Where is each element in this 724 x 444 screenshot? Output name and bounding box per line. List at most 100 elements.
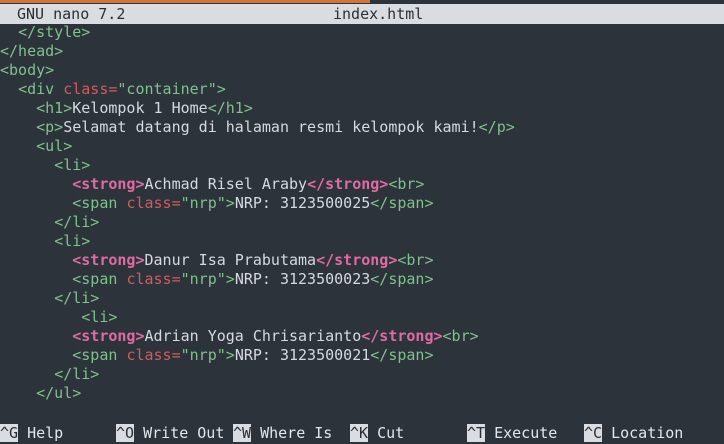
- code-token: Danur Isa Prabutama: [144, 251, 317, 269]
- code-token: Selamat datang di halaman resmi kelompok…: [63, 118, 479, 136]
- code-line[interactable]: <li>: [0, 232, 724, 251]
- code-token: <strong>: [72, 251, 145, 269]
- code-token: NRP: 3123500025: [234, 194, 371, 212]
- shortcut-key: ^C: [584, 424, 603, 442]
- code-token: <span: [72, 270, 127, 288]
- app-version-label: GNU nano 7.2: [17, 5, 126, 23]
- code-line[interactable]: <p>Selamat datang di halaman resmi kelom…: [0, 118, 724, 137]
- code-token: </li>: [54, 213, 100, 231]
- code-line[interactable]: </li>: [0, 289, 724, 308]
- code-token: </head>: [0, 42, 64, 60]
- shortcut-label: Location: [602, 424, 684, 442]
- code-line[interactable]: <strong>Adrian Yoga Chrisarianto</strong…: [0, 327, 724, 346]
- shortcut-label: Execute: [485, 424, 558, 442]
- code-line[interactable]: </li>: [0, 365, 724, 384]
- code-token: <h1>: [36, 99, 73, 117]
- code-token: "container": [117, 80, 217, 98]
- window-accent-strip: [0, 0, 370, 3]
- code-token: <ul>: [36, 137, 73, 155]
- code-token: <span: [72, 346, 127, 364]
- code-line[interactable]: <span class="nrp">NRP: 3123500021</span>: [0, 346, 724, 365]
- code-token: <p>: [36, 118, 64, 136]
- code-line[interactable]: <strong>Achmad Risel Araby</strong><br>: [0, 175, 724, 194]
- code-line[interactable]: </li>: [0, 213, 724, 232]
- shortcut-location[interactable]: ^C Location: [584, 423, 683, 443]
- code-line[interactable]: <span class="nrp">NRP: 3123500023</span>: [0, 270, 724, 289]
- code-token: <br>: [442, 327, 479, 345]
- code-line[interactable]: <div class="container">: [0, 80, 724, 99]
- code-line[interactable]: <li>: [0, 308, 724, 327]
- code-line[interactable]: <strong>Danur Isa Prabutama</strong><br>: [0, 251, 724, 270]
- code-token: <strong>: [72, 327, 145, 345]
- code-token: >: [216, 80, 226, 98]
- code-token: </span>: [370, 346, 434, 364]
- code-line[interactable]: </ul>: [0, 384, 724, 403]
- shortcut-help[interactable]: ^G Help: [0, 423, 63, 443]
- code-token: >: [225, 270, 235, 288]
- code-token: >: [225, 194, 235, 212]
- code-token: <div: [18, 80, 64, 98]
- code-token: </p>: [478, 118, 515, 136]
- code-token: class=: [63, 80, 118, 98]
- shortcut-write-out[interactable]: ^O Write Out: [116, 423, 224, 443]
- code-token: >: [225, 346, 235, 364]
- code-line[interactable]: <span class="nrp">NRP: 3123500025</span>: [0, 194, 724, 213]
- code-token: </li>: [54, 289, 100, 307]
- file-name-label: index.html: [333, 5, 424, 23]
- code-token: <body>: [0, 61, 55, 79]
- code-token: <li>: [54, 232, 91, 250]
- code-line[interactable]: </style>: [0, 23, 724, 42]
- code-token: "nrp": [180, 194, 226, 212]
- code-token: Kelompok 1 Home: [72, 99, 208, 117]
- code-token: NRP: 3123500021: [234, 346, 371, 364]
- shortcut-key: ^W: [233, 424, 252, 442]
- code-line[interactable]: </head>: [0, 42, 724, 61]
- shortcut-key: ^K: [350, 424, 369, 442]
- code-token: "nrp": [180, 346, 226, 364]
- code-line[interactable]: <ul>: [0, 137, 724, 156]
- shortcut-cut[interactable]: ^K Cut: [350, 423, 404, 443]
- shortcut-where-is[interactable]: ^W Where Is: [233, 423, 332, 443]
- code-line[interactable]: <li>: [0, 156, 724, 175]
- code-token: <br>: [397, 251, 434, 269]
- code-token: </strong>: [361, 327, 443, 345]
- code-token: </span>: [370, 194, 434, 212]
- code-token: </ul>: [36, 384, 82, 402]
- shortcut-execute[interactable]: ^T Execute: [467, 423, 557, 443]
- shortcut-label: Where Is: [251, 424, 333, 442]
- code-token: <li>: [81, 308, 118, 326]
- code-token: class=: [126, 194, 181, 212]
- shortcut-label: Help: [18, 424, 64, 442]
- editor-text-area[interactable]: </style> </head> <body> <div class="contai…: [0, 23, 724, 403]
- code-token: Achmad Risel Araby: [144, 175, 308, 193]
- code-token: <span: [72, 194, 127, 212]
- code-line[interactable]: <h1>Kelompok 1 Home</h1>: [0, 99, 724, 118]
- code-line[interactable]: <body>: [0, 61, 724, 80]
- code-token: </h1>: [207, 99, 253, 117]
- code-token: class=: [126, 270, 181, 288]
- code-token: NRP: 3123500023: [234, 270, 371, 288]
- code-token: </span>: [370, 270, 434, 288]
- code-token: </strong>: [316, 251, 398, 269]
- shortcut-bar: ^G Help ^O Write Out ^W Where Is ^K Cut ^T E…: [0, 423, 724, 443]
- code-token: </li>: [54, 365, 100, 383]
- nano-title-bar: GNU nano 7.2 index.html: [0, 4, 724, 24]
- code-token: </strong>: [307, 175, 389, 193]
- code-token: <li>: [54, 156, 91, 174]
- code-token: <strong>: [72, 175, 145, 193]
- shortcut-key: ^G: [0, 424, 19, 442]
